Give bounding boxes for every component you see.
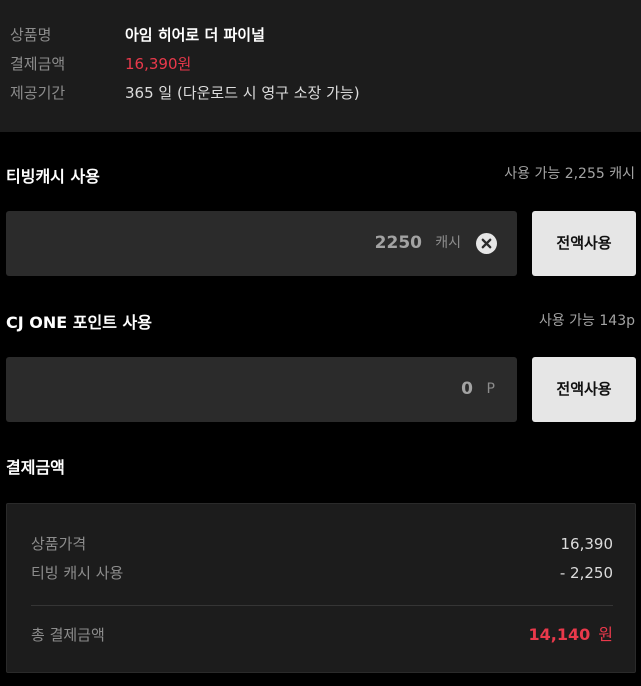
tving-cash-amount[interactable]: 2250: [375, 211, 422, 276]
summary-total-unit: 원: [598, 625, 613, 644]
tving-cash-input[interactable]: 2250 캐시: [6, 211, 517, 276]
summary-total-value-wrap: 14,140 원: [529, 624, 613, 646]
summary-price-label: 상품가격: [31, 535, 87, 553]
payment-title: 결제금액: [6, 458, 65, 477]
summary-divider: [31, 605, 613, 606]
tving-cash-full-use-button[interactable]: 전액사용: [532, 211, 636, 276]
cj-point-title: CJ ONE 포인트 사용: [6, 313, 152, 332]
summary-cash-value: - 2,250: [559, 564, 613, 582]
cj-point-available: 사용 가능 143p: [538, 313, 635, 329]
cj-point-full-use-button[interactable]: 전액사용: [532, 357, 636, 422]
product-info-panel: 상품명 아임 히어로 더 파이널 결제금액 16,390원 제공기간 365 일…: [0, 0, 641, 132]
tving-cash-title: 티빙캐시 사용: [6, 167, 100, 186]
cj-point-amount[interactable]: 0: [461, 357, 473, 422]
product-price-label: 결제금액: [10, 55, 66, 73]
summary-cash-label: 티빙 캐시 사용: [31, 564, 124, 582]
cj-point-unit: P: [486, 381, 495, 397]
tving-cash-available: 사용 가능 2,255 캐시: [504, 166, 635, 182]
tving-cash-unit: 캐시: [435, 235, 461, 251]
close-circle-icon[interactable]: [476, 233, 497, 254]
summary-total-value: 14,140: [528, 625, 591, 644]
product-period-value: 365 일 (다운로드 시 영구 소장 가능): [125, 84, 360, 102]
cj-point-input[interactable]: 0 P: [6, 357, 517, 422]
payment-summary: 상품가격 16,390 티빙 캐시 사용 - 2,250 총 결제금액 14,1…: [6, 503, 636, 673]
product-price-value: 16,390원: [125, 55, 192, 73]
summary-price-value: 16,390: [560, 535, 614, 553]
product-name-label: 상품명: [10, 26, 52, 44]
product-period-label: 제공기간: [10, 84, 66, 102]
summary-total-label: 총 결제금액: [31, 626, 105, 644]
product-name-value: 아임 히어로 더 파이널: [125, 26, 265, 44]
